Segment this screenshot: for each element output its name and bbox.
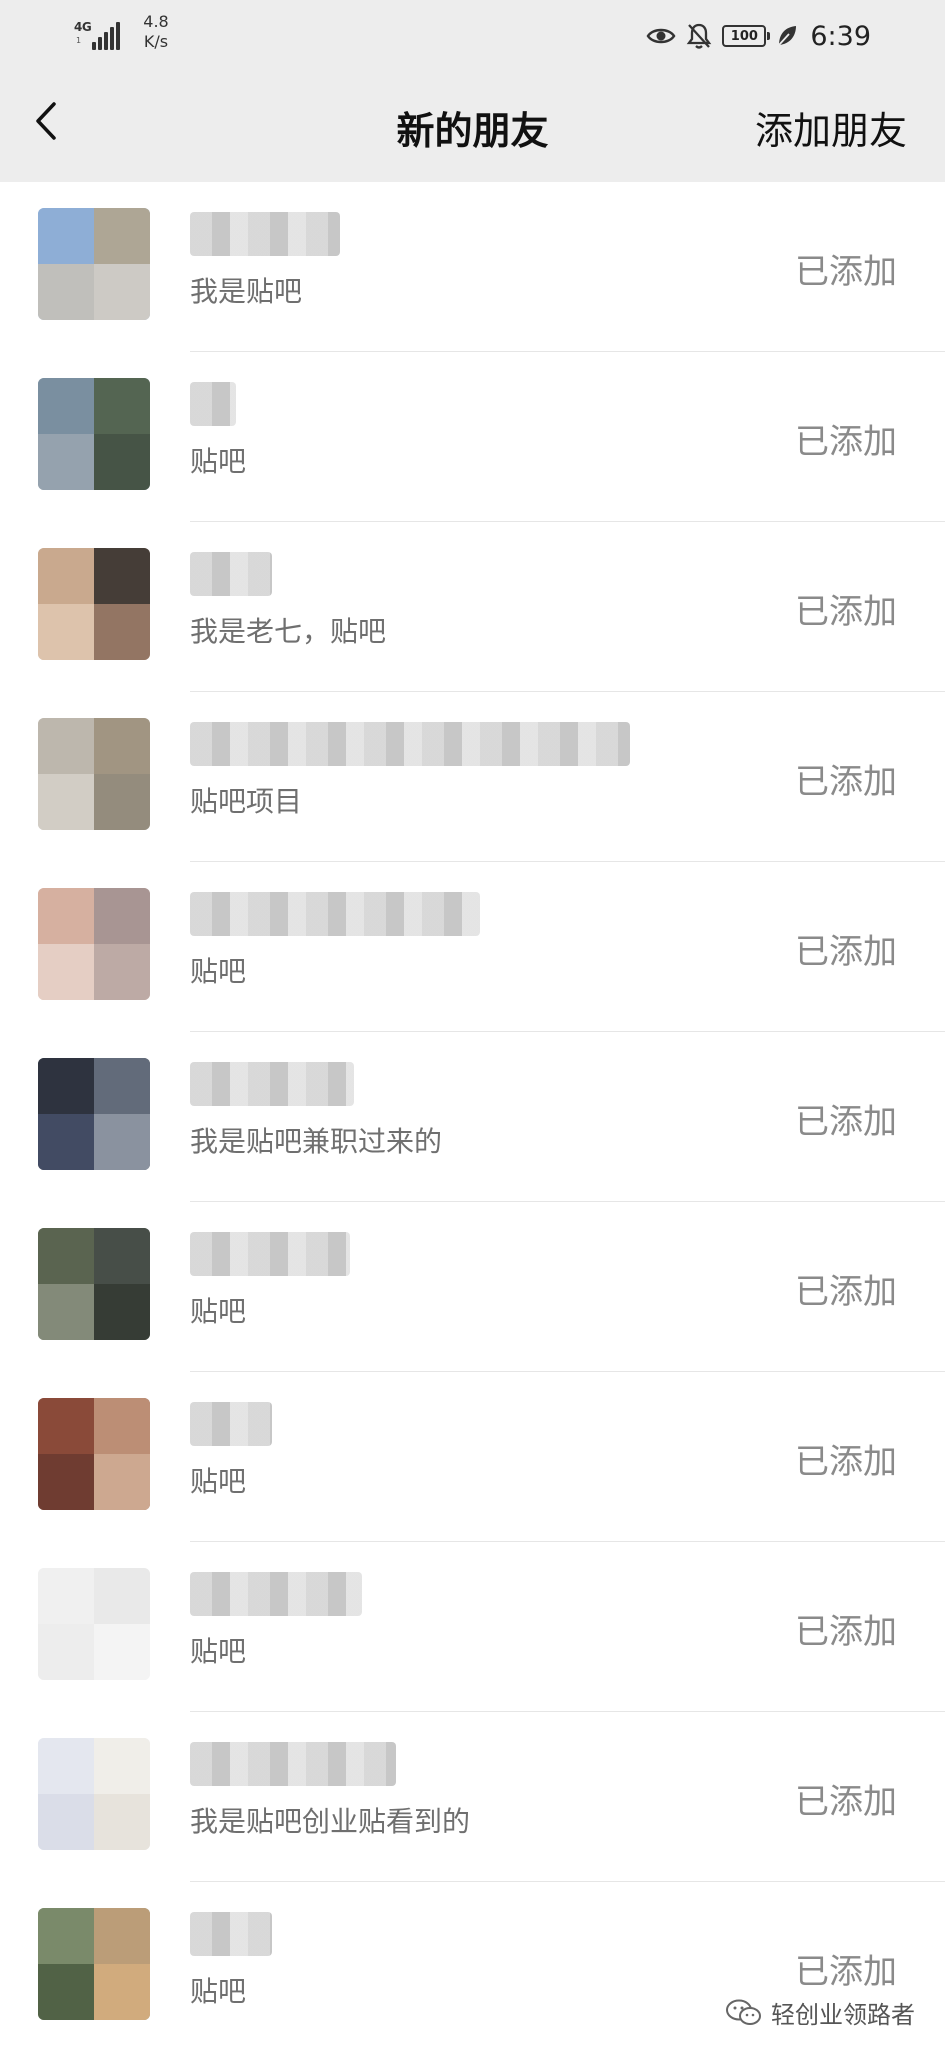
network-sub: 1 [76,36,82,45]
added-status: 已添加 [795,1782,897,1822]
friend-row[interactable]: 我是老七，贴吧 已添加 [0,522,945,692]
added-status: 已添加 [795,932,897,972]
avatar[interactable] [38,888,150,1000]
friend-row[interactable]: 我是贴吧兼职过来的 已添加 [0,1032,945,1202]
network-speed-value: 4.8 [143,12,169,31]
friend-name-redacted [190,1912,272,1956]
watermark: 轻创业领路者 [725,1995,915,2030]
bell-off-icon [687,23,712,49]
friend-request-list: 我是贴吧 已添加 贴吧 已添加 我是老七，贴吧 已添加 贴吧项目 已添加 贴吧 已添加 我是贴吧兼职… [0,182,945,2048]
status-bar: 4G 1 4.8 K/s 100 6:39 [0,0,945,70]
friend-message: 贴吧 [190,1975,247,2008]
friend-row[interactable]: 贴吧 已添加 [0,1202,945,1372]
friend-name-redacted [190,1232,350,1276]
clock: 6:39 [810,20,871,52]
friend-name-redacted [190,1062,354,1106]
watermark-text: 轻创业领路者 [771,2001,915,2029]
friend-message: 贴吧 [190,1465,247,1498]
avatar[interactable] [38,1568,150,1680]
added-status: 已添加 [795,1952,897,1992]
avatar[interactable] [38,208,150,320]
added-status: 已添加 [795,1442,897,1482]
cellular-signal-icon: 4G 1 [74,18,122,52]
eye-icon [646,28,676,44]
leaf-icon [778,26,797,46]
friend-name-redacted [190,382,236,426]
friend-name-redacted [190,892,480,936]
avatar[interactable] [38,1738,150,1850]
battery-level: 100 [730,28,758,44]
avatar[interactable] [38,548,150,660]
wechat-icon [726,1999,761,2025]
battery-icon: 100 [722,25,771,47]
chevron-left-icon [36,102,56,140]
avatar[interactable] [38,1908,150,2020]
friend-name-redacted [190,552,272,596]
friend-row[interactable]: 贴吧项目 已添加 [0,692,945,862]
friend-message: 我是贴吧 [190,275,303,308]
friend-name-redacted [190,212,340,256]
top-bar: 4G 1 4.8 K/s 100 6:39 新的朋友 添加朋友 [0,0,945,182]
network-speed: 4.8 K/s [134,12,178,52]
added-status: 已添加 [795,1272,897,1312]
added-status: 已添加 [795,762,897,802]
avatar[interactable] [38,378,150,490]
friend-row[interactable]: 我是贴吧创业贴看到的 已添加 [0,1712,945,1882]
added-status: 已添加 [795,1102,897,1142]
friend-row[interactable]: 我是贴吧 已添加 [0,182,945,352]
friend-message: 贴吧 [190,1295,247,1328]
added-status: 已添加 [795,1612,897,1652]
friend-row[interactable]: 贴吧 已添加 [0,1372,945,1542]
friend-message: 贴吧 [190,1635,247,1668]
added-status: 已添加 [795,422,897,462]
avatar[interactable] [38,1228,150,1340]
network-speed-unit: K/s [143,32,169,51]
friend-message: 我是老七，贴吧 [190,615,387,648]
new-friends-screen: 4G 1 4.8 K/s 100 6:39 新的朋友 添加朋友 我是贴吧 已添加… [0,0,945,2048]
friend-name-redacted [190,1572,362,1616]
friend-name-redacted [190,1402,272,1446]
friend-message: 贴吧 [190,445,247,478]
friend-message: 贴吧 [190,955,247,988]
back-button[interactable] [24,98,70,144]
add-friend-button[interactable]: 添加朋友 [755,100,907,155]
friend-row[interactable]: 贴吧 已添加 [0,862,945,1032]
signal-bars [92,22,122,50]
friend-message: 贴吧项目 [190,785,303,818]
status-icons: 100 6:39 [646,16,871,56]
avatar[interactable] [38,718,150,830]
friend-message: 我是贴吧创业贴看到的 [190,1805,471,1838]
friend-name-redacted [190,722,630,766]
friend-name-redacted [190,1742,396,1786]
avatar[interactable] [38,1398,150,1510]
network-type: 4G [74,20,92,34]
added-status: 已添加 [795,592,897,632]
friend-row[interactable]: 贴吧 已添加 [0,1542,945,1712]
friend-message: 我是贴吧兼职过来的 [190,1125,443,1158]
avatar[interactable] [38,1058,150,1170]
friend-row[interactable]: 贴吧 已添加 [0,352,945,522]
nav-bar: 新的朋友 添加朋友 [0,70,945,182]
added-status: 已添加 [795,252,897,292]
